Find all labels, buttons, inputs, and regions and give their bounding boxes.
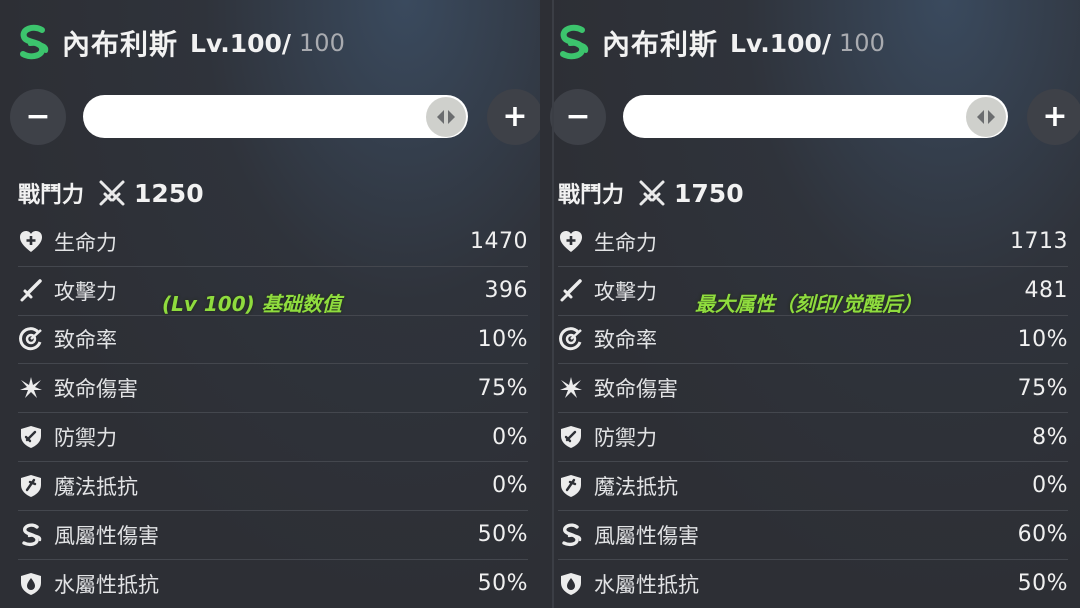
stat-row-crit-rate: 致命率 10% [558, 316, 1068, 365]
stat-label: 防禦力 [594, 426, 657, 451]
crossed-swords-icon [639, 180, 665, 206]
crossed-swords-icon [99, 180, 125, 206]
stat-row-magic-resist: 魔法抵抗 0% [558, 462, 1068, 511]
stat-row-crit-damage: 致命傷害 75% [558, 364, 1068, 414]
level-slider[interactable] [83, 95, 468, 138]
stat-row-wind-damage: 風屬性傷害 60% [558, 511, 1068, 560]
water-shield-icon [561, 572, 581, 595]
combat-power-value: 1750 [674, 178, 744, 208]
character-header: 內布利斯 Lv.100/ 100 [552, 18, 885, 68]
stat-value: 1713 [1010, 229, 1068, 255]
drag-arrows-icon [437, 110, 455, 124]
combat-power-value: 1250 [134, 178, 204, 208]
level-slider[interactable] [623, 95, 1008, 138]
stat-value: 50% [477, 571, 528, 597]
stat-value: 75% [1017, 375, 1068, 401]
stat-value: 60% [1017, 522, 1068, 548]
stat-row-hp: 生命力 1470 [18, 218, 528, 267]
stat-row-defense: 防禦力 0% [18, 413, 528, 462]
current-level: Lv.100/ [730, 28, 832, 58]
combat-power-label: 戰鬥力 [18, 183, 85, 208]
stat-label: 生命力 [594, 230, 657, 255]
stat-value: 75% [477, 375, 528, 401]
wind-element-icon [560, 24, 589, 60]
stat-label: 水屬性抵抗 [54, 572, 159, 597]
combat-power: 戰鬥力 1750 [558, 173, 744, 213]
stat-label: 風屬性傷害 [594, 523, 699, 548]
stat-row-hp: 生命力 1713 [558, 218, 1068, 267]
crit-damage-icon [20, 377, 42, 399]
character-header: 內布利斯 Lv.100/ 100 [12, 18, 345, 68]
stat-value: 396 [484, 278, 528, 304]
sword-icon [560, 278, 582, 302]
shield-sword-icon [21, 426, 41, 449]
stat-value: 8% [1032, 424, 1068, 450]
wind-icon [22, 523, 42, 546]
level-decrease-button[interactable]: − [550, 89, 606, 145]
stat-label: 魔法抵抗 [54, 474, 138, 499]
stat-value: 10% [477, 326, 528, 352]
annotation-max-stats: 最大属性（刻印/觉醒后） [695, 292, 923, 316]
sword-icon [20, 278, 42, 302]
stat-row-crit-rate: 致命率 10% [18, 316, 528, 365]
stat-value: 50% [477, 522, 528, 548]
drag-arrows-icon [977, 110, 995, 124]
combat-power: 戰鬥力 1250 [18, 173, 204, 213]
stat-row-crit-damage: 致命傷害 75% [18, 364, 528, 414]
stat-value: 481 [1024, 278, 1068, 304]
crit-damage-icon [560, 377, 582, 399]
stat-label: 水屬性抵抗 [594, 572, 699, 597]
character-name: 內布利斯 [602, 28, 719, 61]
stat-row-wind-damage: 風屬性傷害 50% [18, 511, 528, 560]
stat-row-water-resist: 水屬性抵抗 50% [558, 560, 1068, 608]
max-level: 100 [299, 29, 345, 57]
crit-rate-icon [19, 327, 42, 351]
stat-value: 1470 [470, 229, 528, 255]
level-increase-button[interactable]: + [1027, 89, 1080, 145]
stat-row-magic-resist: 魔法抵抗 0% [18, 462, 528, 511]
panel-divider [552, 0, 554, 608]
shield-sword-icon [561, 426, 581, 449]
stat-value: 10% [1017, 326, 1068, 352]
current-level: Lv.100/ [190, 28, 292, 58]
stat-label: 致命率 [54, 328, 117, 353]
stat-value: 50% [1017, 571, 1068, 597]
stat-label: 生命力 [54, 230, 117, 255]
slider-handle[interactable] [426, 97, 466, 137]
stats-list: 生命力 1713 攻擊力 481 致命率 10% 致命傷害 75% 防禦力 8%… [558, 218, 1068, 608]
wind-icon [562, 523, 582, 546]
combat-power-label: 戰鬥力 [558, 183, 625, 208]
character-name: 內布利斯 [62, 28, 179, 61]
stat-label: 風屬性傷害 [54, 523, 159, 548]
heart-plus-icon [560, 230, 582, 252]
magic-shield-icon [21, 474, 41, 497]
stat-label: 防禦力 [54, 426, 117, 451]
slider-handle[interactable] [966, 97, 1006, 137]
stat-label: 致命傷害 [594, 377, 678, 402]
magic-shield-icon [561, 474, 581, 497]
water-shield-icon [21, 572, 41, 595]
level-increase-button[interactable]: + [487, 89, 540, 145]
max-level: 100 [839, 29, 885, 57]
stat-row-defense: 防禦力 8% [558, 413, 1068, 462]
heart-plus-icon [20, 230, 42, 252]
stats-list: 生命力 1470 攻擊力 396 致命率 10% 致命傷害 75% 防禦力 0%… [18, 218, 528, 608]
stat-label: 魔法抵抗 [594, 474, 678, 499]
stat-row-water-resist: 水屬性抵抗 50% [18, 560, 528, 608]
wind-element-icon [20, 24, 49, 60]
stat-value: 0% [1032, 473, 1068, 499]
crit-rate-icon [559, 327, 582, 351]
stat-label: 致命傷害 [54, 377, 138, 402]
stat-value: 0% [492, 473, 528, 499]
stat-label: 致命率 [594, 328, 657, 353]
level-decrease-button[interactable]: − [10, 89, 66, 145]
stat-value: 0% [492, 424, 528, 450]
annotation-base-stats: (Lv 100) 基础数值 [162, 292, 342, 316]
